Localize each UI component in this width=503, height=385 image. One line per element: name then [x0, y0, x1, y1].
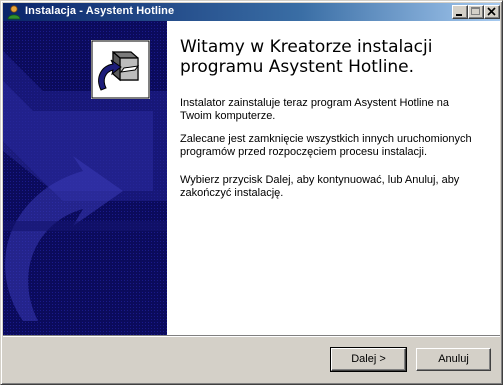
minimize-icon — [456, 14, 462, 16]
welcome-heading: Witamy w Kreatorze instalacji programu A… — [180, 37, 433, 77]
maximize-button[interactable] — [468, 5, 484, 19]
installer-logo — [91, 40, 150, 99]
close-icon — [487, 7, 496, 16]
setup-app-icon — [7, 5, 21, 20]
close-button[interactable] — [484, 5, 500, 19]
title-bar[interactable]: Instalacja - Asystent Hotline — [3, 3, 500, 21]
installer-box-icon — [91, 40, 150, 99]
maximize-icon — [471, 7, 480, 15]
intro-paragraph: Instalator zainstaluje teraz program Asy… — [180, 97, 450, 122]
next-button[interactable]: Dalej > — [330, 347, 407, 372]
close-apps-paragraph: Zalecane jest zamknięcie wszystkich inny… — [180, 133, 472, 158]
button-separator — [3, 335, 500, 337]
wizard-content: Witamy w Kreatorze instalacji programu A… — [3, 21, 500, 335]
minimize-button[interactable] — [452, 5, 468, 19]
wizard-side-image — [3, 21, 167, 335]
cancel-button[interactable]: Anuluj — [416, 348, 491, 371]
instructions-paragraph: Wybierz przycisk Dalej, aby kontynuować,… — [180, 174, 460, 199]
installer-window: Instalacja - Asystent Hotline Witamy w K… — [0, 0, 503, 385]
window-title: Instalacja - Asystent Hotline — [25, 5, 175, 17]
